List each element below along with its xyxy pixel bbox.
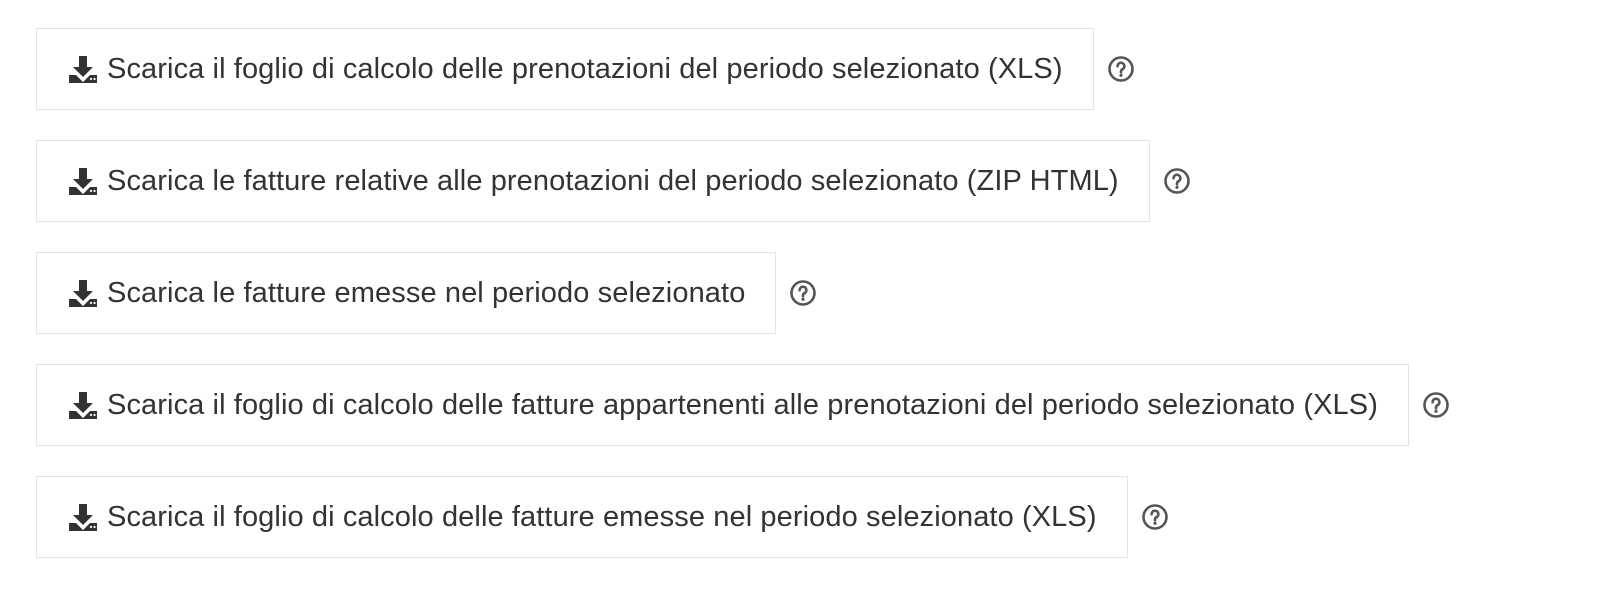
download-row: Scarica il foglio di calcolo delle fattu… bbox=[36, 364, 1450, 446]
download-row: Scarica le fatture relative alle prenota… bbox=[36, 140, 1450, 222]
download-fatture-zip-button[interactable]: Scarica le fatture relative alle prenota… bbox=[36, 140, 1150, 222]
download-button-label: Scarica il foglio di calcolo delle fattu… bbox=[107, 500, 1097, 533]
download-icon bbox=[67, 53, 99, 85]
download-fatture-emesse-xls-button[interactable]: Scarica il foglio di calcolo delle fattu… bbox=[36, 476, 1128, 558]
download-icon bbox=[67, 165, 99, 197]
download-button-label: Scarica le fatture emesse nel periodo se… bbox=[107, 276, 746, 309]
question-circle-icon[interactable] bbox=[1163, 167, 1191, 195]
download-button-label: Scarica le fatture relative alle prenota… bbox=[107, 164, 1119, 197]
download-row: Scarica il foglio di calcolo delle preno… bbox=[36, 28, 1450, 110]
download-row: Scarica le fatture emesse nel periodo se… bbox=[36, 252, 1450, 334]
download-button-label: Scarica il foglio di calcolo delle fattu… bbox=[107, 388, 1378, 421]
question-circle-icon[interactable] bbox=[1422, 391, 1450, 419]
download-fatture-emesse-button[interactable]: Scarica le fatture emesse nel periodo se… bbox=[36, 252, 777, 334]
download-button-label: Scarica il foglio di calcolo delle preno… bbox=[107, 52, 1063, 85]
question-circle-icon[interactable] bbox=[789, 279, 817, 307]
download-icon bbox=[67, 501, 99, 533]
download-row: Scarica il foglio di calcolo delle fattu… bbox=[36, 476, 1450, 558]
download-list: Scarica il foglio di calcolo delle preno… bbox=[36, 28, 1450, 558]
download-icon bbox=[67, 277, 99, 309]
question-circle-icon[interactable] bbox=[1141, 503, 1169, 531]
download-fatture-prenotazioni-xls-button[interactable]: Scarica il foglio di calcolo delle fattu… bbox=[36, 364, 1409, 446]
download-prenotazioni-xls-button[interactable]: Scarica il foglio di calcolo delle preno… bbox=[36, 28, 1094, 110]
question-circle-icon[interactable] bbox=[1107, 55, 1135, 83]
download-icon bbox=[67, 389, 99, 421]
